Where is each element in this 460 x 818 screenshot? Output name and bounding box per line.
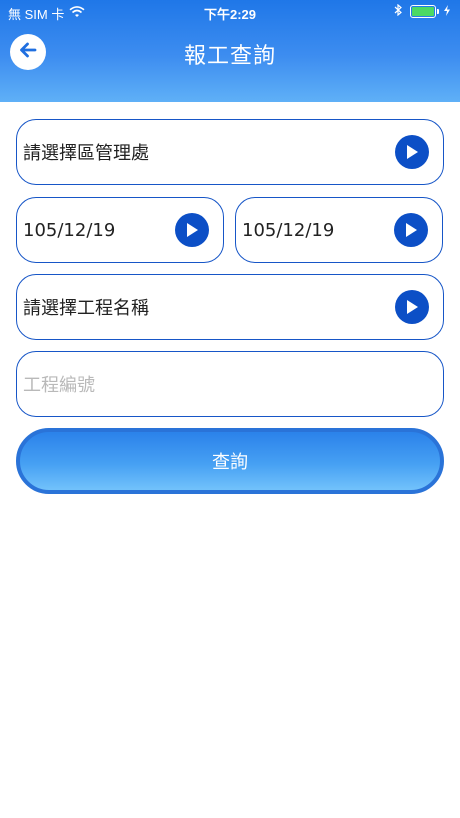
end-date-value: 105/12/19	[242, 219, 335, 241]
project-name-label: 請選擇工程名稱	[23, 298, 149, 319]
charging-icon	[444, 4, 450, 19]
start-date-value: 105/12/19	[23, 219, 116, 241]
management-office-select[interactable]: 請選擇區管理處	[16, 119, 444, 185]
project-number-field[interactable]: 工程編號	[16, 351, 444, 417]
status-right	[394, 3, 450, 19]
query-button-label: 查詢	[212, 452, 248, 473]
project-name-select[interactable]: 請選擇工程名稱	[16, 274, 444, 340]
page-title: 報工查詢	[183, 44, 276, 69]
end-date-picker[interactable]: 105/12/19	[235, 197, 443, 263]
query-button[interactable]: 查詢	[16, 428, 444, 494]
play-icon[interactable]	[394, 213, 428, 247]
status-time: 下午2:29	[203, 7, 257, 22]
battery-icon	[410, 5, 439, 18]
bluetooth-icon	[394, 3, 402, 19]
play-icon[interactable]	[395, 290, 429, 324]
project-number-placeholder: 工程編號	[23, 375, 95, 396]
management-office-label: 請選擇區管理處	[23, 143, 149, 164]
app-header: 無 SIM 卡 下午2:29 報工查詢	[0, 0, 460, 102]
play-icon[interactable]	[175, 213, 209, 247]
start-date-picker[interactable]: 105/12/19	[16, 197, 224, 263]
play-icon[interactable]	[395, 135, 429, 169]
status-bar: 無 SIM 卡 下午2:29	[0, 0, 460, 24]
